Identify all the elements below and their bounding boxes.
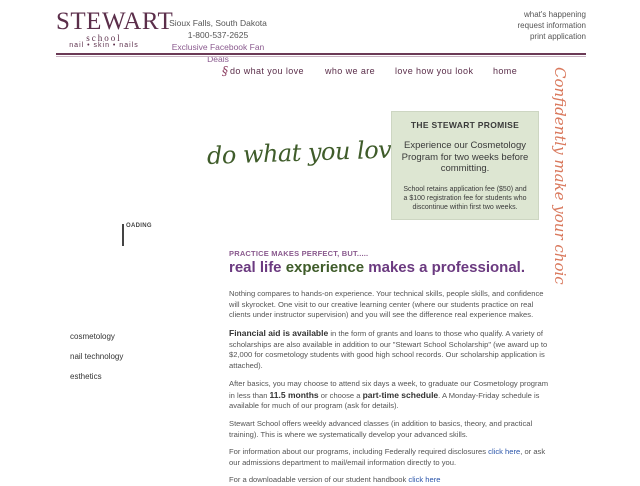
- paragraph-experience: Nothing compares to hands-on experience.…: [229, 289, 544, 319]
- print-application-link[interactable]: print application: [518, 31, 586, 42]
- side-script-graphic: Confidently make your choice.: [551, 67, 569, 285]
- loading-text: OADING: [126, 223, 152, 229]
- program-info-text-a: For information about our programs, incl…: [229, 447, 489, 456]
- tagline-part-3: makes a professional.: [364, 259, 525, 276]
- paragraph-financial-aid: Financial aid is available in the form o…: [229, 328, 553, 371]
- nav-home[interactable]: home: [493, 66, 517, 76]
- request-information-link[interactable]: request information: [518, 20, 586, 31]
- sidebar-item-cosmetology[interactable]: cosmetology: [70, 332, 115, 341]
- top-links: what's happening request information pri…: [518, 9, 586, 42]
- disclosures-link[interactable]: click here: [488, 447, 520, 456]
- paragraph-handbook: For a downloadable version of our studen…: [229, 475, 553, 486]
- financial-aid-heading: Financial aid is available: [229, 328, 329, 338]
- header-divider: [56, 53, 586, 55]
- sidebar-item-esthetics[interactable]: esthetics: [70, 372, 102, 381]
- promise-main-text: Experience our Cosmetology Program for t…: [401, 140, 529, 174]
- contact-location: Sioux Falls, South Dakota: [169, 18, 267, 28]
- nav-love-how-you-look[interactable]: love how you look: [395, 66, 473, 76]
- header-divider-thin: [56, 56, 586, 57]
- sidebar-item-nail-technology[interactable]: nail technology: [70, 352, 123, 361]
- schedule-part-time: part-time schedule: [362, 389, 439, 400]
- tagline-part-1: real life: [229, 259, 286, 276]
- logo-subtitle: nail • skin • nails: [69, 42, 139, 49]
- promise-title: THE STEWART PROMISE: [410, 120, 520, 130]
- paragraph-schedule: After basics, you may choose to attend s…: [229, 379, 553, 412]
- contact-block: Sioux Falls, South Dakota 1-800-537-2625…: [162, 17, 274, 65]
- content-tagline: real life experience makes a professiona…: [229, 259, 525, 276]
- paragraph-advanced-classes: Stewart School offers weekly advanced cl…: [229, 419, 533, 439]
- schedule-duration: 11.5 months: [269, 389, 319, 400]
- paragraph-program-info: For information about our programs, incl…: [229, 447, 553, 468]
- nav-who-we-are[interactable]: who we are: [325, 66, 375, 76]
- schedule-text-c: or choose a: [318, 390, 363, 400]
- nav-do-what-you-love[interactable]: do what you love: [230, 66, 304, 76]
- promise-box: THE STEWART PROMISE Experience our Cosme…: [391, 111, 539, 220]
- loading-indicator-bar: [122, 224, 124, 246]
- script-headline: do what you love: [206, 135, 406, 170]
- tagline-highlight: experience: [285, 259, 365, 276]
- promise-fine-print: School retains application fee ($50) and…: [403, 185, 527, 211]
- content-kicker: PRACTICE MAKES PERFECT, BUT.....: [229, 249, 369, 258]
- whats-happening-link[interactable]: what's happening: [518, 9, 586, 20]
- contact-phone: 1-800-537-2625: [187, 30, 249, 40]
- side-script-text: Confidently make your choice.: [551, 67, 569, 285]
- logo-wordmark[interactable]: STEWART: [56, 8, 173, 36]
- nav-marker-icon: §: [222, 64, 228, 78]
